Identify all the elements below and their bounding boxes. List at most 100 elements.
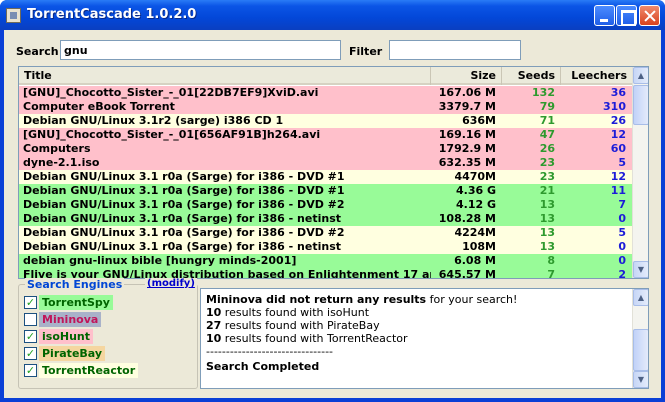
status-line: 10 results found with TorrentReactor — [206, 332, 408, 345]
minimize-button[interactable] — [594, 5, 615, 26]
table-row[interactable]: Debian GNU/Linux 3.1 r0a (Sarge) for i38… — [19, 212, 633, 226]
search-engines-title: Search Engines — [25, 278, 125, 291]
scroll-down-button[interactable]: ▼ — [633, 261, 648, 278]
row-size: 4470M — [454, 170, 496, 183]
row-seeds: 7 — [547, 268, 555, 279]
column-header-title[interactable]: Title — [19, 67, 431, 85]
check-mark-icon: ✓ — [25, 347, 36, 360]
table-row[interactable]: [GNU]_Chocotto_Sister_-_01[22DB7EF9]XviD… — [19, 86, 633, 100]
title-bar[interactable]: TorrentCascade 1.0.2.0 — [0, 0, 665, 30]
engine-checkbox[interactable] — [24, 313, 37, 326]
row-size: 6.08 M — [454, 254, 496, 267]
check-mark-icon: ✓ — [25, 296, 36, 309]
row-title: Debian GNU/Linux 3.1 r0a (Sarge) for i38… — [23, 226, 345, 239]
list-scrollbar[interactable]: ▲ ▼ — [632, 67, 648, 278]
scroll-up-button[interactable]: ▲ — [633, 67, 648, 84]
status-log[interactable]: Mininova did not return any results for … — [200, 288, 649, 389]
row-size: 4.36 G — [456, 184, 496, 197]
status-line-text: for your search! — [426, 293, 518, 306]
results-list[interactable]: Title Size Seeds Leechers [GNU]_Chocotto… — [18, 66, 649, 279]
row-size: 1792.9 M — [438, 142, 496, 155]
engine-checkbox[interactable]: ✓ — [24, 347, 37, 360]
status-line: Mininova did not return any results for … — [206, 293, 517, 306]
engine-checkbox[interactable]: ✓ — [24, 330, 37, 343]
engine-label: TorrentSpy — [39, 295, 113, 310]
row-title: Computers — [23, 142, 91, 155]
scroll-down-button[interactable]: ▼ — [633, 371, 648, 388]
row-seeds: 47 — [539, 128, 555, 141]
modify-link[interactable]: (modify) — [145, 278, 197, 289]
scroll-thumb[interactable] — [633, 85, 648, 125]
status-line-emphasis: 27 — [206, 319, 222, 332]
table-row[interactable]: [GNU]_Chocotto_Sister_-_01[656AF91B]h264… — [19, 128, 633, 142]
row-seeds: 132 — [532, 86, 555, 99]
row-size: 167.06 M — [438, 86, 496, 99]
table-row[interactable]: Debian GNU/Linux 3.1 r0a (Sarge) for i38… — [19, 240, 633, 254]
status-line: Search Completed — [206, 360, 319, 373]
row-seeds: 13 — [539, 226, 555, 239]
filter-input[interactable] — [389, 40, 521, 60]
search-engines-group: Search Engines (modify) ✓ TorrentSpy Minin… — [18, 278, 198, 389]
row-title: [GNU]_Chocotto_Sister_-_01[656AF91B]h264… — [23, 128, 321, 141]
table-row[interactable]: dyne-2.1.iso 632.35 M 23 5 — [19, 156, 633, 170]
app-icon — [6, 8, 21, 23]
status-line-text: results found with isoHunt — [221, 306, 370, 319]
table-row[interactable]: Computers 1792.9 M 26 60 — [19, 142, 633, 156]
status-log-scrollbar[interactable]: ▲ ▼ — [632, 289, 648, 388]
table-row[interactable]: debian gnu-linux bible [hungry minds-200… — [19, 254, 633, 268]
row-leechers: 12 — [610, 170, 626, 183]
row-title: Debian GNU/Linux 3.1 r0a (Sarge) for i38… — [23, 212, 342, 225]
row-seeds: 13 — [539, 212, 555, 225]
list-rows: [GNU]_Chocotto_Sister_-_01[22DB7EF9]XviD… — [19, 86, 633, 279]
status-line-text: -------------------------------- — [206, 345, 334, 358]
engine-label: TorrentReactor — [39, 363, 139, 378]
row-size: 108.28 M — [438, 212, 496, 225]
row-title: dyne-2.1.iso — [23, 156, 100, 169]
search-input[interactable] — [60, 40, 341, 60]
row-seeds: 71 — [539, 114, 555, 127]
row-size: 645.57 M — [438, 268, 496, 279]
list-header: Title Size Seeds Leechers — [19, 67, 633, 85]
row-size: 4.12 G — [456, 198, 496, 211]
row-seeds: 79 — [539, 100, 555, 113]
row-size: 636M — [462, 114, 496, 127]
row-leechers: 11 — [610, 184, 626, 197]
client-area: Search Filter Title Size Seeds Leechers … — [4, 30, 661, 398]
status-line-emphasis: 10 — [206, 332, 222, 345]
row-leechers: 60 — [610, 142, 626, 155]
row-title: Debian GNU/Linux 3.1 r0a (Sarge) for i38… — [23, 240, 342, 253]
row-size: 108M — [462, 240, 496, 253]
check-mark-icon: ✓ — [25, 364, 36, 377]
status-line: 10 results found with isoHunt — [206, 306, 369, 319]
scroll-thumb[interactable] — [633, 329, 648, 371]
maximize-button[interactable] — [616, 5, 637, 26]
column-header-size[interactable]: Size — [431, 67, 502, 85]
table-row[interactable]: Debian GNU/Linux 3.1 r0a (Sarge) for i38… — [19, 198, 633, 212]
scroll-up-button[interactable]: ▲ — [633, 289, 648, 306]
search-label: Search — [16, 45, 59, 58]
status-line: 27 results found with PirateBay — [206, 319, 380, 332]
row-title: Debian GNU/Linux 3.1r2 (sarge) i386 CD 1 — [23, 114, 284, 127]
window-title: TorrentCascade 1.0.2.0 — [27, 7, 197, 22]
engine-checkbox[interactable]: ✓ — [24, 296, 37, 309]
engine-checkbox[interactable]: ✓ — [24, 364, 37, 377]
row-leechers: 12 — [610, 128, 626, 141]
status-line-emphasis: 10 — [206, 306, 222, 319]
table-row[interactable]: Debian GNU/Linux 3.1 r0a (Sarge) for i38… — [19, 170, 633, 184]
row-size: 4224M — [454, 226, 496, 239]
table-row[interactable]: Computer eBook Torrent 3379.7 M 79 310 — [19, 100, 633, 114]
table-row[interactable]: Debian GNU/Linux 3.1 r0a (Sarge) for i38… — [19, 184, 633, 198]
row-title: Computer eBook Torrent — [23, 100, 175, 113]
row-seeds: 23 — [539, 170, 555, 183]
status-line-text: results found with TorrentReactor — [221, 332, 408, 345]
status-line-text: results found with PirateBay — [221, 319, 380, 332]
row-seeds: 8 — [547, 254, 555, 267]
column-header-seeds[interactable]: Seeds — [502, 67, 561, 85]
table-row[interactable]: Debian GNU/Linux 3.1 r0a (Sarge) for i38… — [19, 226, 633, 240]
status-line-emphasis: Mininova did not return any results — [206, 293, 427, 306]
column-header-leechers[interactable]: Leechers — [561, 67, 633, 85]
table-row[interactable]: Debian GNU/Linux 3.1r2 (sarge) i386 CD 1… — [19, 114, 633, 128]
row-leechers: 0 — [618, 212, 626, 225]
close-button[interactable] — [639, 5, 660, 26]
status-line-emphasis: Search Completed — [206, 360, 320, 373]
